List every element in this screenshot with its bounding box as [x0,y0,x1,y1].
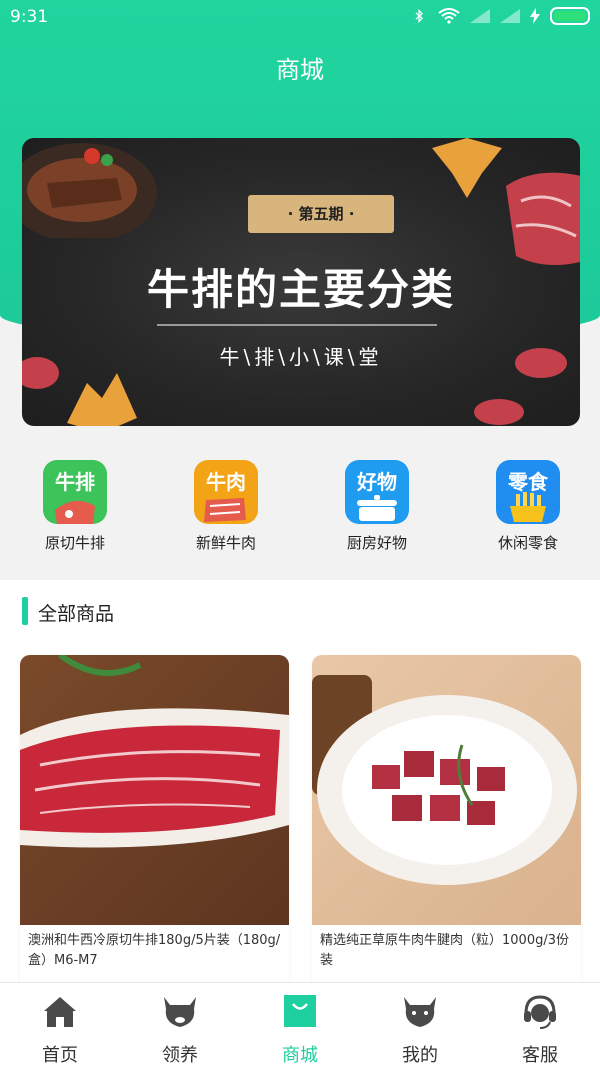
product-card[interactable]: 澳洲和牛西冷原切牛排180g/5片装（180g/盒）M6-M7 [20,655,289,995]
steak-plate-image [22,143,157,238]
tab-mine[interactable]: 我的 [360,991,480,1067]
tab-mall[interactable]: 商城 [240,991,360,1067]
product-card[interactable]: 精选纯正草原牛肉牛腱肉（粒）1000g/3份装 [312,655,581,995]
page-title: 商城 [276,56,324,84]
tab-label: 领养 [162,1045,198,1066]
category-label: 休闲零食 [497,534,558,552]
tab-adopt[interactable]: 领养 [120,991,240,1067]
wifi-icon [438,8,460,24]
tab-label: 商城 [282,1045,318,1066]
headset-icon [524,995,556,1029]
charging-icon [530,8,540,24]
leaf-decoration-bottom [67,373,137,426]
section-title: 全部商品 [38,603,115,625]
fries-glyph-icon [510,492,546,522]
category-snacks[interactable]: 零食 休闲零食 [478,460,578,553]
signal-icon [470,9,490,23]
tab-service[interactable]: 客服 [480,991,600,1067]
banner-subtitle: 牛\排\小\课\堂 [219,345,383,369]
category-grid: 牛排 原切牛排 牛肉 新鲜牛肉 好物 厨房好物 零食 休闲零食 [0,440,600,580]
status-icons [410,7,590,25]
section-accent-bar [22,597,28,625]
small-steak-bottom [474,399,524,425]
status-time: 9:31 [10,7,49,27]
signal-icon-2 [500,9,520,23]
category-label: 新鲜牛肉 [195,534,256,552]
shopping-bag-icon [284,995,316,1027]
product-name: 澳洲和牛西冷原切牛排180g/5片装（180g/盒）M6-M7 [28,933,281,968]
product-name: 精选纯正草原牛肉牛腱肉（粒）1000g/3份装 [320,933,569,968]
banner-divider [157,324,437,326]
home-icon [44,997,76,1027]
kitchen-category-icon: 好物 [345,460,409,524]
battery-icon [550,7,590,25]
bluetooth-icon [415,9,424,23]
promo-banner[interactable]: · 第五期 · 牛排的主要分类 牛\排\小\课\堂 [22,138,580,426]
profile-cow-icon [404,997,436,1027]
banner-title: 牛排的主要分类 [146,265,455,314]
beef-category-icon: 牛肉 [194,460,258,524]
banner-issue-ribbon: · 第五期 · [248,195,394,233]
cow-icon [164,997,196,1027]
tab-label: 首页 [42,1045,78,1066]
beef-glyph-icon [204,498,246,522]
category-label: 原切牛排 [44,534,105,552]
tab-label: 客服 [522,1045,558,1066]
bottom-tab-bar: 首页 领养 商城 我的 客服 [0,982,600,1068]
category-label: 厨房好物 [346,534,407,552]
pot-glyph-icon [357,495,397,521]
snacks-category-icon: 零食 [496,460,560,524]
product-image [312,655,581,925]
tab-label: 我的 [402,1045,438,1066]
tab-home[interactable]: 首页 [0,991,120,1067]
category-beef[interactable]: 牛肉 新鲜牛肉 [176,460,276,553]
steak-glyph-icon [55,500,95,524]
steak-category-icon: 牛排 [43,460,107,524]
category-steak[interactable]: 牛排 原切牛排 [25,460,125,553]
product-image [20,655,289,925]
category-kitchen[interactable]: 好物 厨房好物 [327,460,427,553]
status-bar: 9:31 [0,0,600,36]
